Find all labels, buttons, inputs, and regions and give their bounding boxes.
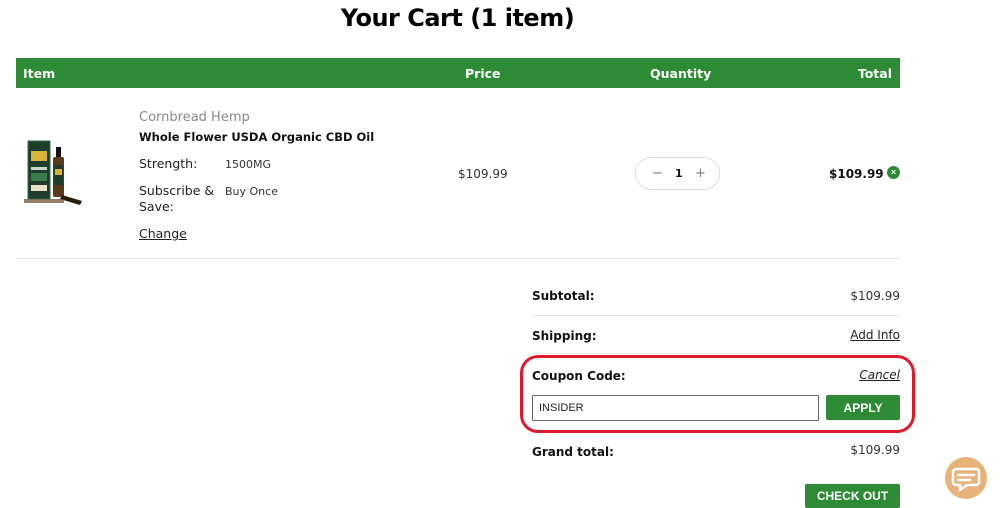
chat-button[interactable] — [945, 457, 987, 499]
product-brand: Cornbread Hemp — [139, 110, 250, 125]
coupon-code-input[interactable] — [532, 395, 819, 421]
chat-icon — [951, 467, 981, 492]
add-shipping-info-link[interactable]: Add Info — [850, 328, 900, 342]
grand-total-value: $109.99 — [850, 443, 900, 457]
unit-price: $109.99 — [458, 167, 508, 181]
header-item: Item — [23, 66, 56, 81]
product-image[interactable] — [22, 137, 86, 207]
option-strength-label: Strength: — [139, 156, 198, 171]
minus-icon[interactable]: − — [652, 166, 663, 181]
remove-icon[interactable]: × — [887, 166, 900, 179]
coupon-cancel-link[interactable]: Cancel — [859, 368, 900, 382]
grand-total-label: Grand total: — [532, 445, 614, 459]
coupon-code-label: Coupon Code: — [532, 369, 626, 383]
cart-table-header: Item Price Quantity Total — [16, 58, 900, 88]
quantity-stepper[interactable]: − 1 + — [635, 157, 720, 190]
checkout-button[interactable]: CHECK OUT — [805, 484, 900, 508]
cbd-oil-product-icon — [24, 140, 82, 205]
summary-divider-2 — [532, 353, 900, 354]
apply-coupon-button[interactable]: APPLY — [826, 395, 900, 420]
option-subscribe-label: Subscribe & Save: — [139, 183, 215, 214]
header-quantity: Quantity — [650, 66, 712, 81]
header-total: Total — [857, 66, 892, 81]
item-divider — [16, 258, 900, 259]
option-subscribe-value: Buy Once — [225, 185, 278, 198]
coupon-highlight-ring — [520, 355, 915, 433]
change-options-link[interactable]: Change — [139, 226, 187, 241]
option-strength-value: 1500MG — [225, 158, 272, 171]
quantity-value[interactable]: 1 — [675, 167, 683, 180]
line-total: $109.99 — [829, 167, 884, 181]
subtotal-value: $109.99 — [850, 289, 900, 303]
shipping-label: Shipping: — [532, 329, 597, 343]
page-title: Your Cart (1 item) — [340, 4, 575, 32]
summary-divider-1 — [532, 315, 900, 316]
subtotal-label: Subtotal: — [532, 289, 595, 303]
plus-icon[interactable]: + — [695, 166, 706, 181]
header-price: Price — [465, 66, 501, 81]
product-name[interactable]: Whole Flower USDA Organic CBD Oil — [139, 130, 374, 144]
